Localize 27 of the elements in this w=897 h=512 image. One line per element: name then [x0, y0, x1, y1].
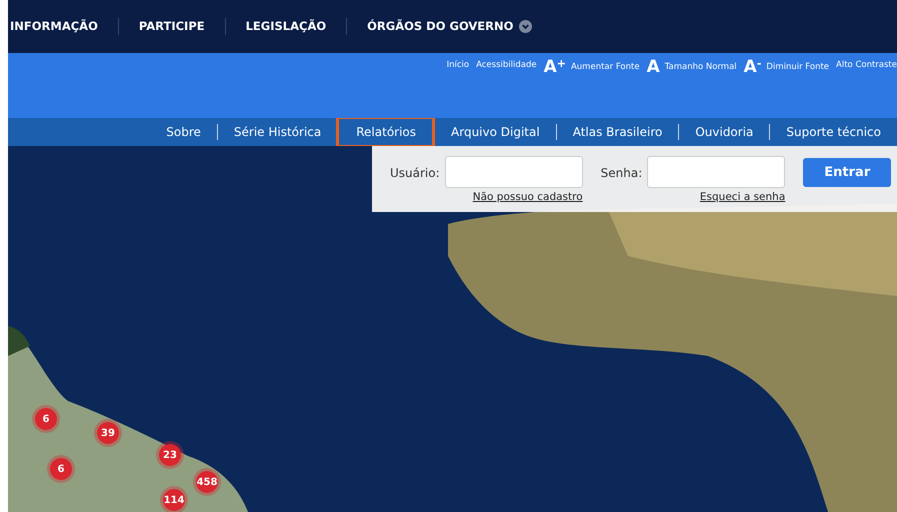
top-menu-link[interactable]: PARTICIPE: [118, 18, 225, 36]
nav-tab[interactable]: Série Histórica: [216, 124, 338, 140]
forgot-password-link[interactable]: Esqueci a senha: [700, 190, 786, 206]
register-link[interactable]: Não possuo cadastro: [472, 190, 583, 206]
nav-tab[interactable]: Relatórios: [339, 119, 432, 145]
nav-tab[interactable]: Suporte técnico: [769, 124, 897, 140]
accessibility-link[interactable]: Início: [446, 59, 470, 72]
font-size-link[interactable]: Aumentar Fonte: [570, 61, 640, 74]
nav-tab[interactable]: Arquivo Digital: [434, 124, 556, 140]
nav-tab[interactable]: Ouvidoria: [678, 124, 770, 140]
font-size-link[interactable]: Tamanho Normal: [664, 61, 737, 74]
top-menu-link[interactable]: LEGISLAÇÃO: [224, 18, 346, 36]
font-size-icon[interactable]: A$^{+}$: [544, 59, 566, 76]
nav-tab[interactable]: Sobre: [150, 124, 217, 140]
password-label: Senha:: [600, 165, 642, 182]
login-button[interactable]: Entrar: [803, 158, 892, 187]
font-size-link[interactable]: Diminuir Fonte: [766, 61, 830, 74]
accessibility-link[interactable]: Alto Contraste: [836, 59, 897, 72]
username-label: Usuário:: [390, 165, 440, 182]
nav-tab[interactable]: Atlas Brasileiro: [556, 124, 678, 140]
password-field[interactable]: [647, 156, 786, 188]
top-menu-link[interactable]: INFORMAÇÃO: [10, 18, 118, 36]
top-menu-link[interactable]: ÓRGÃOS DO GOVERNO: [346, 18, 552, 36]
font-size-icon[interactable]: A: [646, 59, 660, 76]
username-field[interactable]: [444, 156, 583, 188]
font-size-icon[interactable]: A$^{-}$: [744, 59, 762, 76]
accessibility-link[interactable]: Acessibilidade: [476, 59, 537, 72]
